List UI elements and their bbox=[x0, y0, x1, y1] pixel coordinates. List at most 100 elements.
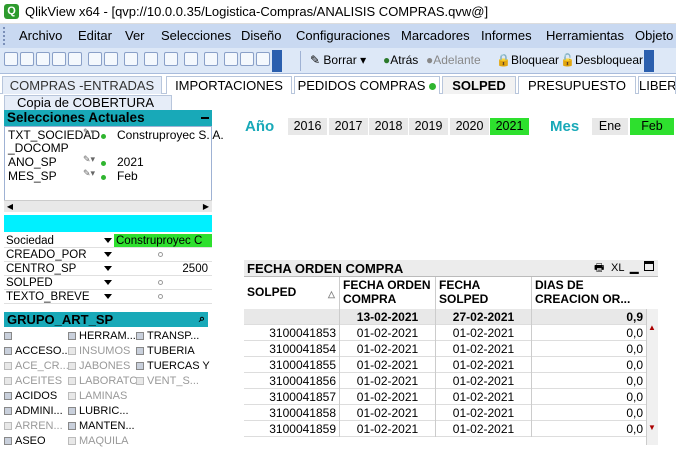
grupo-item[interactable]: TUBERIA bbox=[136, 344, 208, 359]
menu-ver[interactable]: Ver bbox=[125, 28, 145, 43]
dropdown-icon[interactable] bbox=[104, 238, 112, 243]
grupo-item[interactable]: LAMINAS bbox=[68, 389, 136, 404]
grupo-item[interactable]: MANTEN... bbox=[68, 419, 136, 434]
edit-selection-icon[interactable]: ✎▾ bbox=[83, 127, 95, 138]
redo-icon[interactable] bbox=[104, 52, 118, 66]
column-header-solped[interactable]: SOLPED bbox=[244, 277, 340, 309]
menu-diseno[interactable]: Diseño bbox=[241, 28, 281, 43]
copia-cobertura-label[interactable]: Copia de COBERTURA bbox=[4, 95, 172, 111]
grupo-item[interactable]: ADMINI... bbox=[4, 404, 68, 419]
year-button[interactable]: 2018 bbox=[369, 118, 408, 135]
grupo-item[interactable]: INSUMOS bbox=[68, 344, 136, 359]
table-icon[interactable] bbox=[144, 52, 158, 66]
toolbar-overflow-icon[interactable] bbox=[272, 50, 282, 72]
unlock-button[interactable]: 🔓Desbloquear bbox=[560, 53, 643, 67]
month-button[interactable]: Ene bbox=[592, 118, 628, 135]
undo-icon[interactable] bbox=[88, 52, 102, 66]
reload-icon[interactable] bbox=[240, 52, 254, 66]
scroll-right-icon[interactable]: ▶ bbox=[201, 202, 211, 212]
tab-presupuesto[interactable]: PRESUPUESTO bbox=[518, 76, 636, 94]
dropdown-icon[interactable] bbox=[104, 280, 112, 285]
listbox-centro-sp[interactable]: CENTRO_SP 2500 bbox=[4, 262, 212, 276]
listbox-value[interactable]: Construproyec C bbox=[114, 234, 212, 247]
grupo-item[interactable]: ARREN... bbox=[4, 419, 68, 434]
sheet-icon[interactable] bbox=[184, 52, 198, 66]
menu-archivo[interactable]: Archivo bbox=[19, 28, 62, 43]
menu-herramientas[interactable]: Herramientas bbox=[546, 28, 624, 43]
listbox-creado-por[interactable]: CREADO_POR bbox=[4, 248, 212, 262]
grupo-item[interactable]: ACEITES bbox=[4, 374, 68, 389]
table-row[interactable]: 3100041853 01-02-2021 01-02-2021 0,0 bbox=[244, 325, 646, 341]
grupo-item[interactable]: ACCESO... bbox=[4, 344, 71, 359]
table-row[interactable]: 3100041857 01-02-2021 01-02-2021 0,0 bbox=[244, 389, 646, 405]
edit-script-icon[interactable] bbox=[224, 52, 238, 66]
menu-marcadores[interactable]: Marcadores bbox=[401, 28, 470, 43]
grupo-item[interactable]: JABONES bbox=[68, 359, 136, 374]
sort-icon[interactable]: △ bbox=[328, 289, 335, 300]
clear-button[interactable]: ✎ Borrar ▾ bbox=[310, 53, 366, 67]
table-row[interactable]: 3100041856 01-02-2021 01-02-2021 0,0 bbox=[244, 373, 646, 389]
grupo-item[interactable]: HERRAM... bbox=[68, 329, 136, 344]
scroll-left-icon[interactable]: ◀ bbox=[5, 202, 15, 212]
table-row[interactable]: 3100041858 01-02-2021 01-02-2021 0,0 bbox=[244, 405, 646, 421]
search-icon[interactable]: ⌕ bbox=[199, 312, 205, 327]
year-button[interactable]: 2021 bbox=[490, 118, 529, 135]
maximize-icon[interactable] bbox=[644, 261, 654, 271]
table-row[interactable]: 3100041855 01-02-2021 01-02-2021 0,0 bbox=[244, 357, 646, 373]
vertical-scrollbar[interactable]: ▲ ▼ bbox=[646, 309, 658, 445]
tab-solped[interactable]: SOLPED bbox=[442, 76, 516, 94]
new-doc-icon[interactable] bbox=[4, 52, 18, 66]
year-button[interactable]: 2017 bbox=[329, 118, 368, 135]
grupo-item[interactable]: LABORATO bbox=[68, 374, 138, 389]
open-icon[interactable] bbox=[20, 52, 34, 66]
tab-compras-entradas[interactable]: COMPRAS -ENTRADAS bbox=[2, 76, 162, 94]
star-icon[interactable] bbox=[204, 52, 218, 66]
export-excel-button[interactable]: XL bbox=[611, 260, 624, 277]
scroll-up-icon[interactable]: ▲ bbox=[648, 323, 656, 332]
year-button[interactable]: 2019 bbox=[409, 118, 448, 135]
chart-icon[interactable] bbox=[164, 52, 178, 66]
grupo-item[interactable]: ASEO bbox=[4, 434, 68, 449]
toolbar-overflow-icon-2[interactable] bbox=[644, 50, 654, 72]
dropdown-icon[interactable] bbox=[104, 266, 112, 271]
menu-configuraciones[interactable]: Configuraciones bbox=[296, 28, 390, 43]
year-button[interactable]: 2020 bbox=[450, 118, 489, 135]
lock-button[interactable]: 🔒Bloquear bbox=[496, 53, 559, 67]
menu-editar[interactable]: Editar bbox=[78, 28, 112, 43]
grupo-item[interactable] bbox=[4, 329, 68, 344]
minimize-icon[interactable] bbox=[201, 117, 209, 119]
grupo-item[interactable]: ACIDOS bbox=[4, 389, 68, 404]
minimize-icon[interactable]: ▁ bbox=[630, 260, 638, 277]
help-icon[interactable] bbox=[256, 52, 270, 66]
edit-selection-icon[interactable]: ✎▾ bbox=[83, 168, 95, 179]
print-icon[interactable] bbox=[52, 52, 66, 66]
table-row[interactable]: 3100041859 01-02-2021 01-02-2021 0,0 bbox=[244, 421, 646, 437]
grupo-item[interactable]: LUBRIC... bbox=[68, 404, 136, 419]
column-header-fecha-orden[interactable]: FECHA ORDEN COMPRA bbox=[340, 277, 436, 309]
tab-pedidos-compras[interactable]: PEDIDOS COMPRAS bbox=[294, 76, 440, 94]
column-header-fecha-solped[interactable]: FECHA SOLPED bbox=[436, 277, 532, 309]
year-button[interactable]: 2016 bbox=[288, 118, 327, 135]
menu-informes[interactable]: Informes bbox=[481, 28, 532, 43]
print-icon[interactable]: 🖶 bbox=[594, 260, 604, 277]
grupo-item[interactable]: ACE_CR... bbox=[4, 359, 69, 374]
menu-objeto[interactable]: Objeto bbox=[635, 28, 673, 43]
edit-selection-icon[interactable]: ✎▾ bbox=[83, 154, 95, 165]
tab-liber[interactable]: LIBER bbox=[638, 76, 676, 94]
grupo-item[interactable]: TRANSP... bbox=[136, 329, 208, 344]
dropdown-icon[interactable] bbox=[104, 294, 112, 299]
column-header-dias-creacion[interactable]: DIAS DE CREACION OR... bbox=[532, 277, 646, 309]
listbox-sociedad[interactable]: Sociedad Construproyec C bbox=[4, 234, 212, 248]
forward-button[interactable]: ●Adelante bbox=[426, 53, 481, 67]
print-pdf-icon[interactable] bbox=[68, 52, 82, 66]
listbox-solped[interactable]: SOLPED bbox=[4, 276, 212, 290]
save-icon[interactable] bbox=[36, 52, 50, 66]
back-button[interactable]: ●Atrás bbox=[383, 53, 418, 67]
listbox-value[interactable]: 2500 bbox=[114, 262, 212, 275]
grupo-item[interactable]: VENT_S... bbox=[136, 374, 208, 389]
table-row[interactable]: 3100041854 01-02-2021 01-02-2021 0,0 bbox=[244, 341, 646, 357]
grupo-item[interactable]: MAQUILA bbox=[68, 434, 136, 449]
grupo-item[interactable]: TUERCAS Y bbox=[136, 359, 210, 374]
month-button[interactable]: Feb bbox=[630, 118, 674, 135]
tab-importaciones[interactable]: IMPORTACIONES bbox=[166, 76, 292, 94]
